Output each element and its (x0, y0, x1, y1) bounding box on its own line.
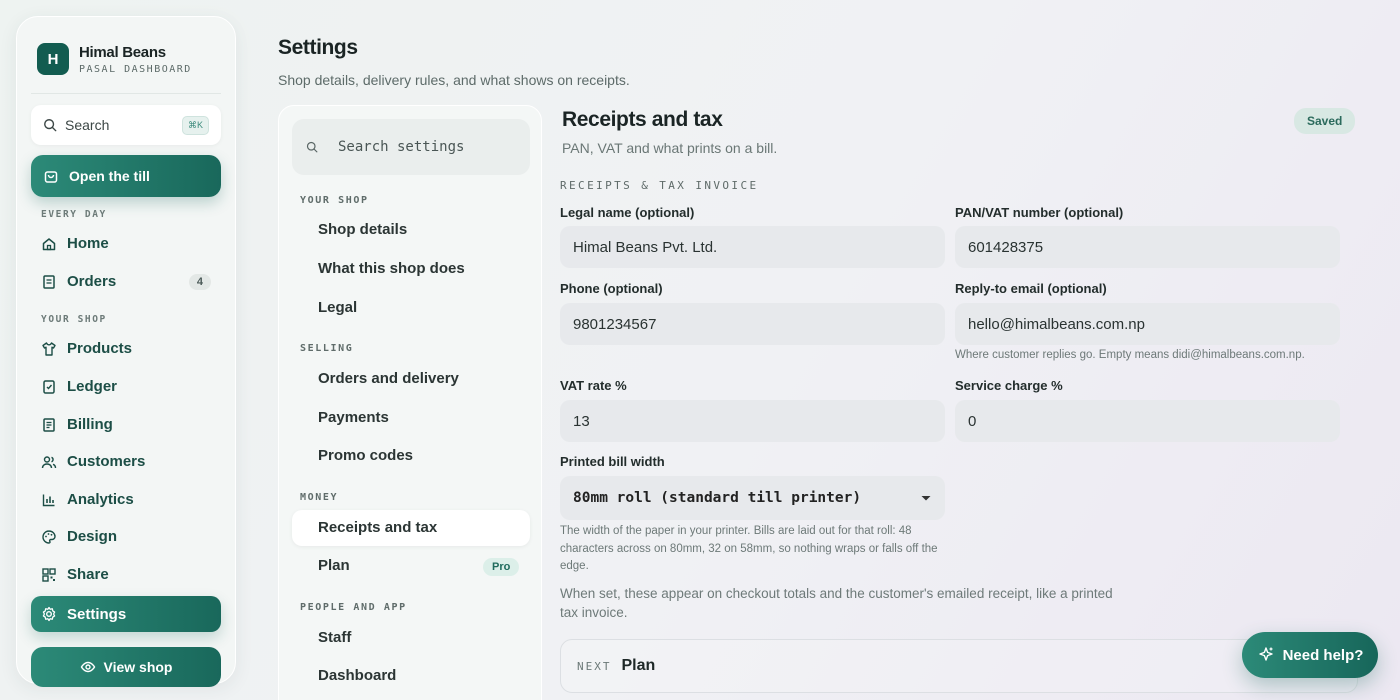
settings-section-people-and-app: PEOPLE AND APP (300, 602, 407, 613)
section-subtitle: PAN, VAT and what prints on a bill. (562, 140, 778, 156)
sidebar-item-label: Ledger (67, 378, 118, 395)
sidebar-item-label: Design (67, 528, 118, 545)
view-shop-button[interactable]: View shop (31, 647, 221, 687)
settings-search-placeholder: Search settings (338, 139, 465, 155)
pan-vat-label: PAN/VAT number (optional) (955, 205, 1124, 220)
search-label: Search (65, 117, 110, 133)
legal-name-label: Legal name (optional) (560, 205, 695, 220)
reply-email-hint: Where customer replies go. Empty means d… (955, 349, 1305, 361)
sidebar-item-label: Share (67, 566, 109, 583)
settings-item-legal[interactable]: Legal (318, 299, 357, 316)
users-icon (41, 455, 57, 468)
home-icon (42, 237, 56, 250)
view-shop-label: View shop (103, 659, 173, 675)
receipt-icon (43, 274, 55, 289)
service-charge-field[interactable]: 0 (955, 400, 1340, 442)
sidebar: H Himal Beans PASAL DASHBOARD Search ⌘K … (16, 16, 236, 687)
sidebar-item-label: Home (67, 235, 109, 252)
reply-email-field[interactable]: hello@himalbeans.com.np (955, 303, 1340, 345)
settings-item-receipts-and-tax[interactable]: Receipts and tax (318, 519, 437, 536)
sparkle-icon (1258, 647, 1273, 661)
receipts-tax-panel: Receipts and tax PAN, VAT and what print… (560, 0, 1360, 700)
search-icon (44, 119, 57, 132)
settings-nav: Search settings YOUR SHOP Shop details W… (278, 105, 542, 700)
settings-item-staff[interactable]: Staff (318, 629, 351, 646)
settings-item-dashboard[interactable]: Dashboard (318, 667, 396, 684)
sidebar-item-label: Products (67, 340, 133, 357)
brand-logo: H (37, 43, 69, 75)
settings-item-shop-details[interactable]: Shop details (318, 221, 407, 238)
bill-icon (43, 417, 55, 432)
open-till-button[interactable]: Open the till (31, 155, 221, 197)
sidebar-item-customers[interactable]: Customers (41, 453, 211, 470)
section-your-shop: YOUR SHOP (41, 314, 107, 325)
brand-subtitle: PASAL DASHBOARD (79, 63, 192, 75)
sidebar-item-label: Orders (67, 273, 117, 290)
next-value: Plan (621, 657, 656, 674)
section-title: Receipts and tax (562, 108, 723, 131)
brand-name: Himal Beans (79, 43, 166, 61)
sidebar-search[interactable]: Search ⌘K (31, 105, 221, 145)
sidebar-item-label: Billing (67, 416, 113, 433)
settings-item-plan[interactable]: Plan (318, 557, 350, 574)
saved-status-badge: Saved (1294, 108, 1356, 134)
reply-email-label: Reply-to email (optional) (955, 281, 1107, 296)
bill-width-hint: The width of the paper in your printer. … (560, 525, 938, 572)
search-icon (306, 141, 318, 153)
group-label: RECEIPTS & TAX INVOICE (560, 179, 759, 192)
sidebar-item-label: Customers (67, 453, 146, 470)
bill-width-value: 80mm roll (standard till printer) (573, 490, 862, 506)
settings-search-input[interactable]: Search settings (292, 119, 530, 175)
settings-item-what-this-shop-does[interactable]: What this shop does (318, 260, 465, 277)
sidebar-item-analytics[interactable]: Analytics (41, 491, 211, 508)
pro-badge: Pro (483, 558, 520, 576)
next-section-link[interactable]: NEXT Plan (560, 639, 1358, 693)
settings-item-promo-codes[interactable]: Promo codes (318, 447, 413, 464)
phone-field[interactable]: 9801234567 (560, 303, 945, 345)
orders-count-badge: 4 (188, 273, 211, 290)
need-help-button[interactable]: Need help? (1242, 632, 1378, 678)
section-every-day: EVERY DAY (41, 209, 107, 220)
open-till-label: Open the till (69, 168, 150, 184)
sidebar-item-share[interactable]: Share (41, 566, 211, 583)
bar-chart-icon (42, 494, 55, 506)
sidebar-item-ledger[interactable]: Ledger (41, 378, 211, 395)
sidebar-item-products[interactable]: Products (41, 340, 211, 357)
bill-width-select[interactable]: 80mm roll (standard till printer) (560, 476, 945, 520)
sidebar-item-settings[interactable]: Settings (31, 596, 221, 632)
sidebar-item-label: Settings (67, 605, 127, 623)
search-shortcut: ⌘K (181, 115, 209, 135)
ledger-icon (43, 379, 55, 394)
legal-name-field[interactable]: Himal Beans Pvt. Ltd. (560, 226, 945, 268)
settings-section-selling: SELLING (300, 343, 354, 354)
bag-icon (44, 171, 58, 183)
page-title: Settings (278, 36, 358, 59)
qr-icon (42, 567, 56, 582)
chevron-down-icon (921, 496, 931, 501)
sidebar-item-billing[interactable]: Billing (41, 416, 211, 433)
sidebar-item-orders[interactable]: Orders 4 (41, 273, 211, 290)
gear-icon (42, 606, 56, 622)
shirt-icon (42, 341, 56, 356)
palette-icon (42, 529, 56, 544)
service-charge-label: Service charge % (955, 378, 1063, 393)
settings-section-your-shop: YOUR SHOP (300, 195, 369, 206)
sidebar-item-label: Analytics (67, 491, 134, 508)
brand[interactable]: H Himal Beans PASAL DASHBOARD (37, 43, 192, 75)
pan-vat-field[interactable]: 601428375 (955, 226, 1340, 268)
sidebar-divider (31, 93, 221, 94)
next-label: NEXT (577, 659, 612, 673)
need-help-label: Need help? (1282, 646, 1364, 664)
phone-label: Phone (optional) (560, 281, 663, 296)
settings-item-orders-and-delivery[interactable]: Orders and delivery (318, 370, 459, 387)
receipt-note: When set, these appear on checkout total… (560, 586, 1113, 620)
bill-width-label: Printed bill width (560, 454, 665, 469)
sidebar-item-home[interactable]: Home (41, 235, 211, 252)
vat-rate-label: VAT rate % (560, 378, 627, 393)
sidebar-item-design[interactable]: Design (41, 528, 211, 545)
eye-icon (80, 661, 95, 673)
settings-item-payments[interactable]: Payments (318, 409, 389, 426)
settings-section-money: MONEY (300, 492, 339, 503)
vat-rate-field[interactable]: 13 (560, 400, 945, 442)
